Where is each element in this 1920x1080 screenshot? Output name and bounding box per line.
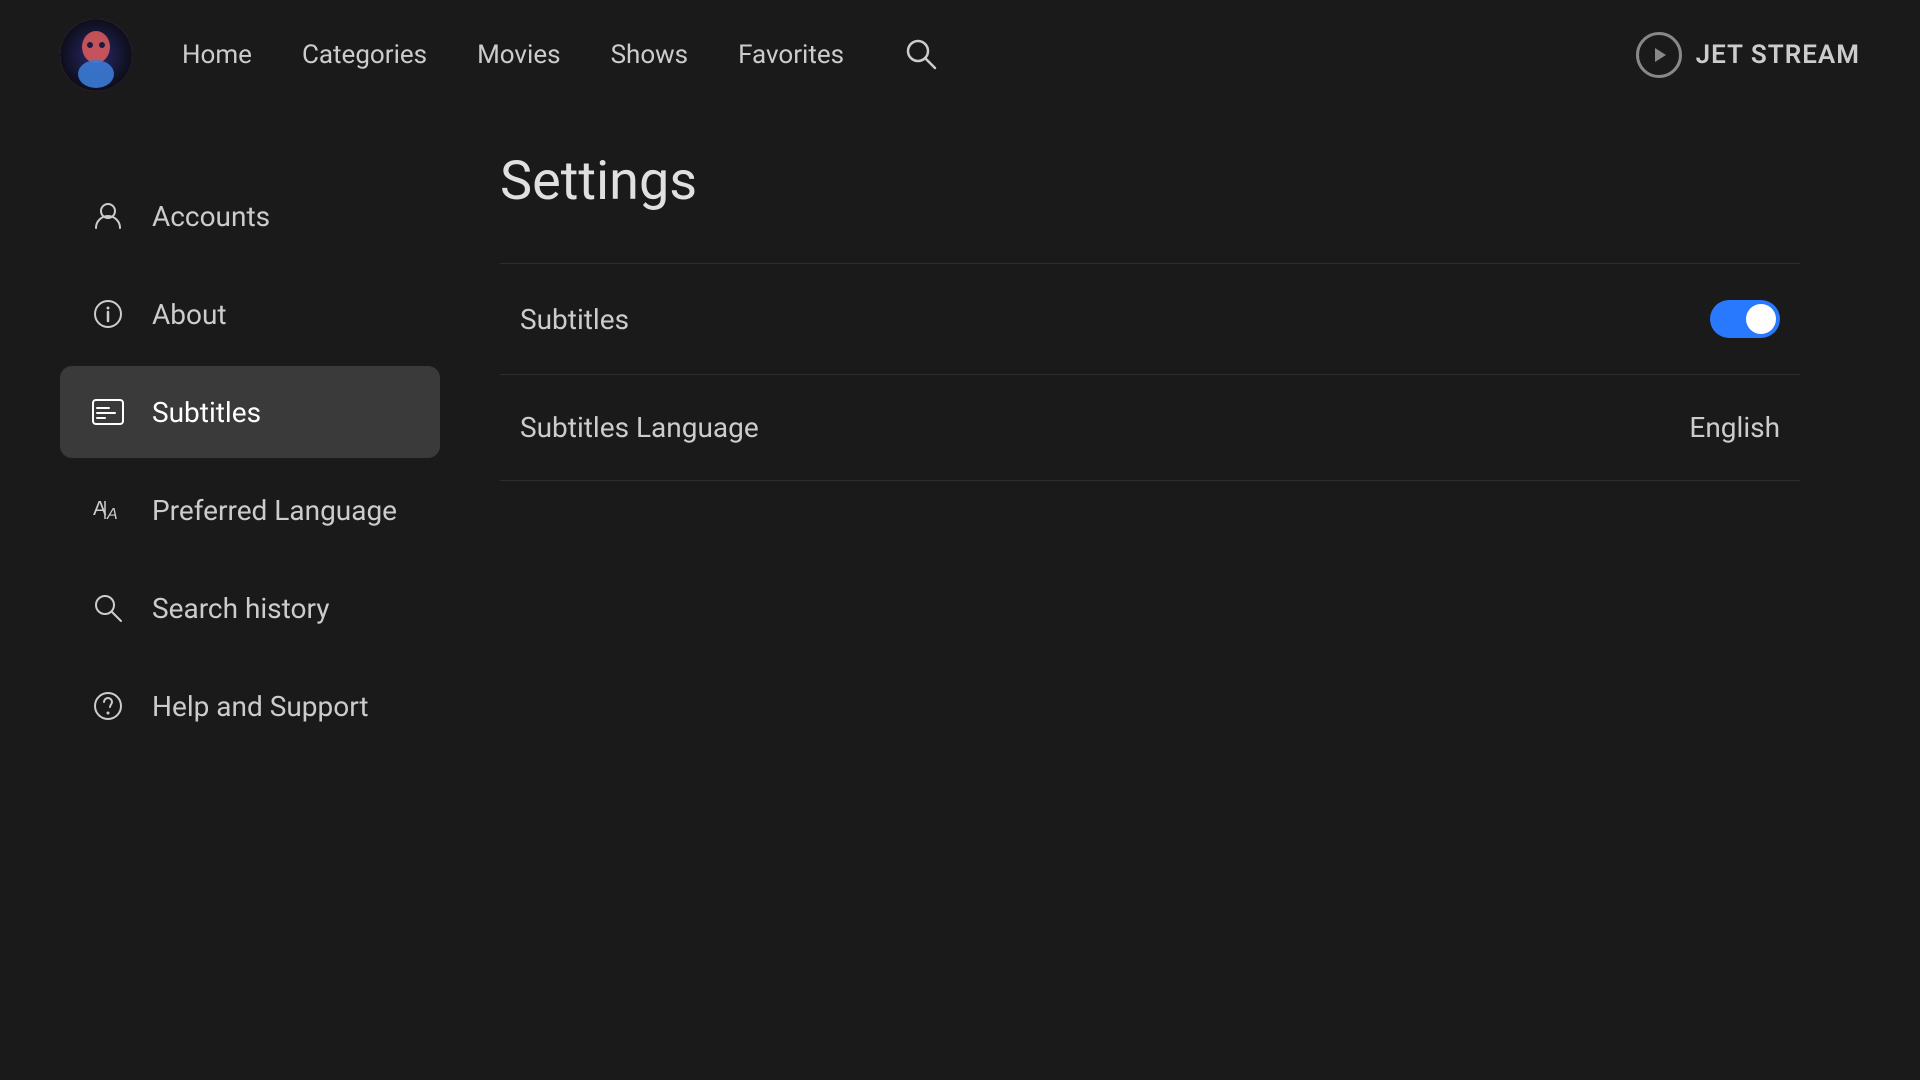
sidebar-label-help-and-support: Help and Support [152,690,369,723]
brand-logo: JET STREAM [1636,32,1860,78]
nav-categories[interactable]: Categories [302,40,427,70]
info-icon [90,296,126,332]
toggle-track [1710,300,1780,338]
nav-links: Home Categories Movies Shows Favorites [182,37,1636,74]
search-history-icon [90,590,126,626]
sidebar-item-search-history[interactable]: Search history [60,562,440,654]
sidebar: Accounts About [60,150,440,1040]
sidebar-label-preferred-language: Preferred Language [152,494,397,527]
toggle-thumb [1746,304,1776,334]
brand-name: JET STREAM [1696,40,1860,70]
sidebar-item-accounts[interactable]: Accounts [60,170,440,262]
sidebar-label-subtitles: Subtitles [152,396,261,429]
avatar[interactable] [60,19,132,91]
svg-text:A: A [106,506,118,523]
sidebar-item-subtitles[interactable]: Subtitles [60,366,440,458]
subtitles-language-value: English [1689,411,1780,444]
header: Home Categories Movies Shows Favorites J… [0,0,1920,110]
settings-title: Settings [500,150,1800,213]
subtitles-language-label: Subtitles Language [520,411,759,444]
nav-shows[interactable]: Shows [611,40,689,70]
brand-play-icon [1636,32,1682,78]
search-icon[interactable] [904,37,938,74]
language-icon: A A [90,492,126,528]
subtitles-icon [90,394,126,430]
help-icon [90,688,126,724]
sidebar-label-about: About [152,298,227,331]
subtitles-language-row[interactable]: Subtitles Language English [500,375,1800,481]
sidebar-label-accounts: Accounts [152,200,270,233]
settings-content: Settings Subtitles Subtitles Language En… [440,150,1860,1040]
sidebar-label-search-history: Search history [152,592,329,625]
nav-movies[interactable]: Movies [477,40,560,70]
subtitles-label: Subtitles [520,303,629,336]
user-icon [90,198,126,234]
sidebar-item-preferred-language[interactable]: A A Preferred Language [60,464,440,556]
nav-home[interactable]: Home [182,40,252,70]
sidebar-item-about[interactable]: About [60,268,440,360]
nav-favorites[interactable]: Favorites [738,40,844,70]
subtitles-toggle-row: Subtitles [500,263,1800,375]
main: Accounts About [0,110,1920,1080]
sidebar-item-help-and-support[interactable]: Help and Support [60,660,440,752]
subtitles-toggle[interactable] [1710,300,1780,338]
